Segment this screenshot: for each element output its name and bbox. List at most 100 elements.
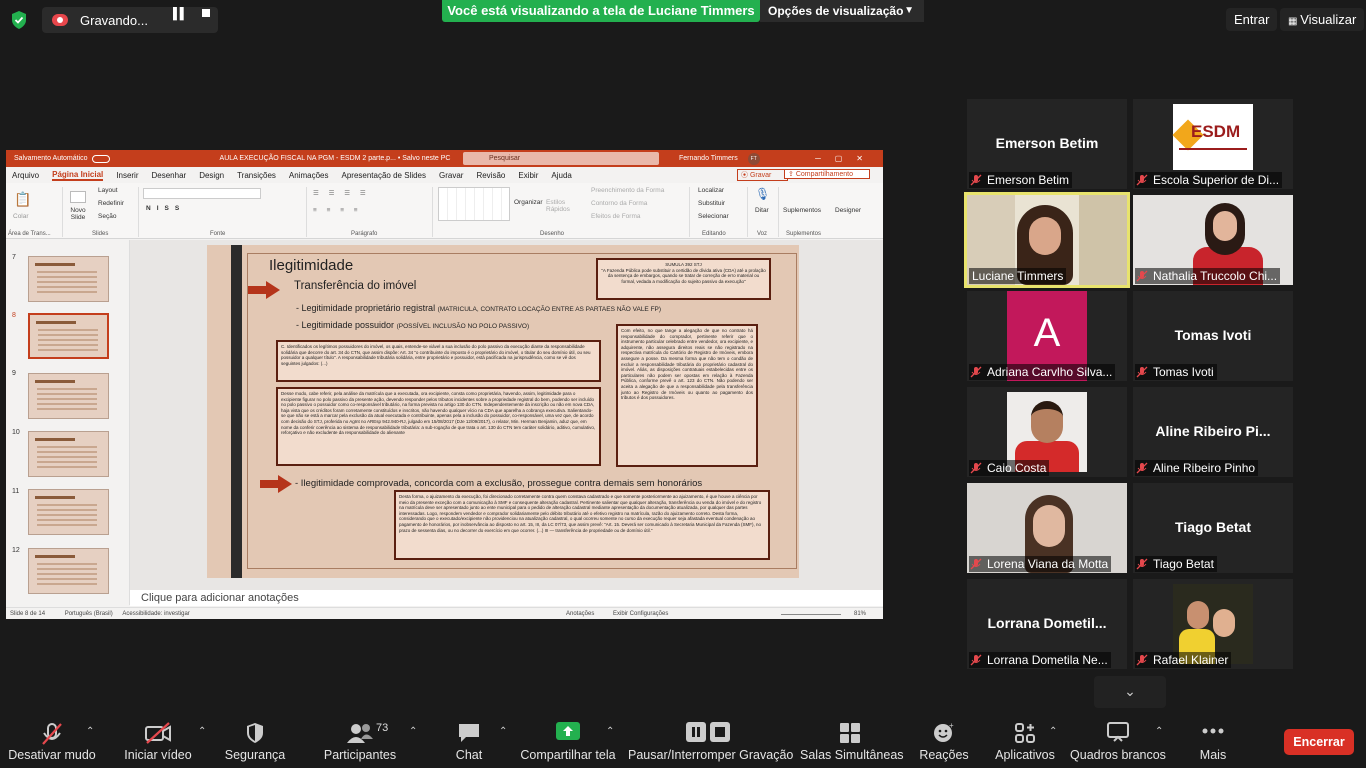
notes-toggle[interactable]: Anotações: [566, 608, 594, 619]
font-family-select[interactable]: [143, 188, 261, 199]
security-button[interactable]: Segurança: [222, 712, 288, 768]
menu-pagina-inicial[interactable]: Página Inicial: [52, 170, 104, 181]
menu-gravar[interactable]: Gravar: [439, 171, 463, 180]
gallery-next-page-button[interactable]: ⌄: [1094, 676, 1166, 708]
find-button[interactable]: Localizar: [698, 187, 724, 194]
apps-options-caret[interactable]: ⌃: [1049, 726, 1057, 737]
share-options-caret[interactable]: ⌃: [606, 726, 614, 737]
pause-recording-button[interactable]: ▌▌: [173, 8, 188, 20]
share-screen-button[interactable]: Compartilhar tela: [520, 712, 616, 768]
accessibility-status[interactable]: Acessibilidade: investigar: [122, 611, 189, 617]
unmute-button[interactable]: Desativar mudo: [6, 712, 98, 768]
ppt-user[interactable]: Fernando Timmers FT: [671, 150, 760, 167]
whiteboards-options-caret[interactable]: ⌃: [1155, 726, 1163, 737]
participant-tile[interactable]: ESDM Escola Superior de Di...: [1133, 99, 1293, 189]
designer-button[interactable]: Designer: [835, 207, 861, 214]
notes-input[interactable]: Clique para adicionar anotações: [130, 590, 883, 606]
slide-thumbnail[interactable]: [28, 373, 109, 419]
slide-thumbnail[interactable]: [28, 548, 109, 594]
menu-arquivo[interactable]: Arquivo: [12, 171, 39, 180]
participant-tile[interactable]: Rafael Klainer: [1133, 579, 1293, 669]
ppt-search-input[interactable]: Pesquisar: [463, 152, 659, 165]
zoom-slider[interactable]: [781, 614, 841, 615]
audio-options-caret[interactable]: ⌃: [86, 726, 94, 737]
shape-effects-button[interactable]: Efeitos de Forma: [591, 213, 641, 220]
enter-fullscreen-button[interactable]: Entrar: [1226, 8, 1278, 31]
shared-screen-powerpoint[interactable]: Salvamento Automático AULA EXECUÇÃO FISC…: [6, 150, 883, 619]
menu-exibir[interactable]: Exibir: [518, 171, 538, 180]
replace-button[interactable]: Substituir: [698, 200, 725, 207]
slide-thumbnail[interactable]: [28, 431, 109, 477]
chat-options-caret[interactable]: ⌃: [499, 726, 507, 737]
list-buttons[interactable]: ☰ ☰ ☰ ☰: [313, 189, 370, 197]
participant-tile[interactable]: Lorena Viana da Motta: [967, 483, 1127, 573]
record-ppt-button[interactable]: ⦿ Gravar: [737, 169, 789, 181]
slide-thumbnail-current[interactable]: [28, 313, 109, 359]
start-video-button[interactable]: Iniciar vídeo: [118, 712, 198, 768]
reset-button[interactable]: Redefinir: [98, 200, 124, 207]
slide-thumbnail[interactable]: [28, 256, 109, 302]
participant-tile[interactable]: Emerson Betim Emerson Betim: [967, 99, 1127, 189]
participant-tile-active-speaker[interactable]: Luciane Timmers: [964, 192, 1130, 288]
participant-tile[interactable]: Tomas Ivoti Tomas Ivoti: [1133, 291, 1293, 381]
thumb-number: 9: [12, 370, 16, 377]
participant-tile[interactable]: A Adriana Carvlho Silva...: [967, 291, 1127, 381]
new-slide-icon[interactable]: [70, 191, 86, 203]
layout-button[interactable]: Layout: [98, 187, 118, 194]
stop-recording-button[interactable]: [202, 9, 210, 17]
arrange-button[interactable]: Organizar: [514, 199, 543, 206]
menu-desenhar[interactable]: Desenhar: [152, 171, 187, 180]
participant-tile[interactable]: Lorrana Dometil... Lorrana Dometila Ne..…: [967, 579, 1127, 669]
participant-tile[interactable]: Nathalia Truccolo Chi...: [1133, 195, 1293, 285]
menu-design[interactable]: Design: [199, 171, 224, 180]
participants-options-caret[interactable]: ⌃: [409, 726, 417, 737]
current-slide[interactable]: Ilegitimidade Transferência do imóvel - …: [207, 245, 799, 578]
participant-center-name: Tomas Ivoti: [1174, 327, 1252, 343]
view-options-dropdown[interactable]: Opções de visualização ▼: [760, 0, 924, 22]
display-settings[interactable]: Exibir Configurações: [613, 608, 668, 619]
menu-apresentacao[interactable]: Apresentação de Slides: [342, 171, 427, 180]
menu-inserir[interactable]: Inserir: [116, 171, 138, 180]
dictate-button[interactable]: Ditar: [755, 207, 769, 214]
new-slide-label[interactable]: Novo Slide: [66, 207, 90, 221]
breakout-rooms-button[interactable]: Salas Simultâneas: [800, 712, 904, 768]
quick-styles-button[interactable]: Estilos Rápidos: [546, 199, 572, 213]
apps-button[interactable]: Aplicativos: [990, 712, 1060, 768]
slide-thumbnail[interactable]: [28, 489, 109, 535]
paste-icon[interactable]: 📋: [14, 191, 31, 208]
window-controls[interactable]: ─▢✕: [815, 150, 877, 167]
view-button[interactable]: ▦ Visualizar: [1280, 8, 1365, 31]
participant-tile[interactable]: Caio Costa: [967, 387, 1127, 477]
select-button[interactable]: Selecionar: [698, 213, 729, 220]
more-button[interactable]: Mais: [1190, 712, 1236, 768]
shape-fill-button[interactable]: Preenchimento da Forma: [591, 187, 664, 194]
addins-button[interactable]: Suplementos: [783, 207, 821, 214]
participant-tile[interactable]: Aline Ribeiro Pi... Aline Ribeiro Pinho: [1133, 387, 1293, 477]
video-options-caret[interactable]: ⌃: [198, 726, 206, 737]
menu-revisao[interactable]: Revisão: [476, 171, 505, 180]
microphone-icon[interactable]: 🎙: [755, 187, 770, 201]
share-ppt-button[interactable]: ⇪ Compartilhamento: [784, 169, 870, 179]
align-buttons[interactable]: ≡ ≡ ≡ ≡: [313, 207, 362, 214]
slide-canvas[interactable]: Ilegitimidade Transferência do imóvel - …: [130, 240, 883, 590]
whiteboards-button[interactable]: Quadros brancos: [1070, 712, 1166, 768]
participants-button[interactable]: Participantes: [320, 712, 400, 768]
slide-thumbnails-panel[interactable]: 7 8 9 10 11 12: [6, 240, 130, 605]
shapes-gallery[interactable]: [438, 187, 510, 221]
menu-animacoes[interactable]: Animações: [289, 171, 329, 180]
shape-outline-button[interactable]: Contorno da Forma: [591, 200, 647, 207]
user-name: Fernando Timmers: [679, 155, 738, 162]
end-meeting-button[interactable]: Encerrar: [1284, 729, 1354, 755]
chat-button[interactable]: Chat: [446, 712, 492, 768]
reactions-button[interactable]: + Reações: [916, 712, 972, 768]
font-format-buttons[interactable]: NISS: [146, 205, 185, 212]
zoom-level[interactable]: 81%: [854, 608, 866, 619]
participant-tile[interactable]: Tiago Betat Tiago Betat: [1133, 483, 1293, 573]
menu-transicoes[interactable]: Transições: [237, 171, 276, 180]
menu-ajuda[interactable]: Ajuda: [551, 171, 571, 180]
mic-muted-icon: [42, 723, 62, 745]
pause-stop-recording-button[interactable]: Pausar/Interromper Gravação: [628, 712, 793, 768]
autosave-toggle[interactable]: [91, 154, 110, 163]
section-button[interactable]: Seção: [98, 213, 116, 220]
esdm-logo: ESDM: [1172, 104, 1253, 170]
